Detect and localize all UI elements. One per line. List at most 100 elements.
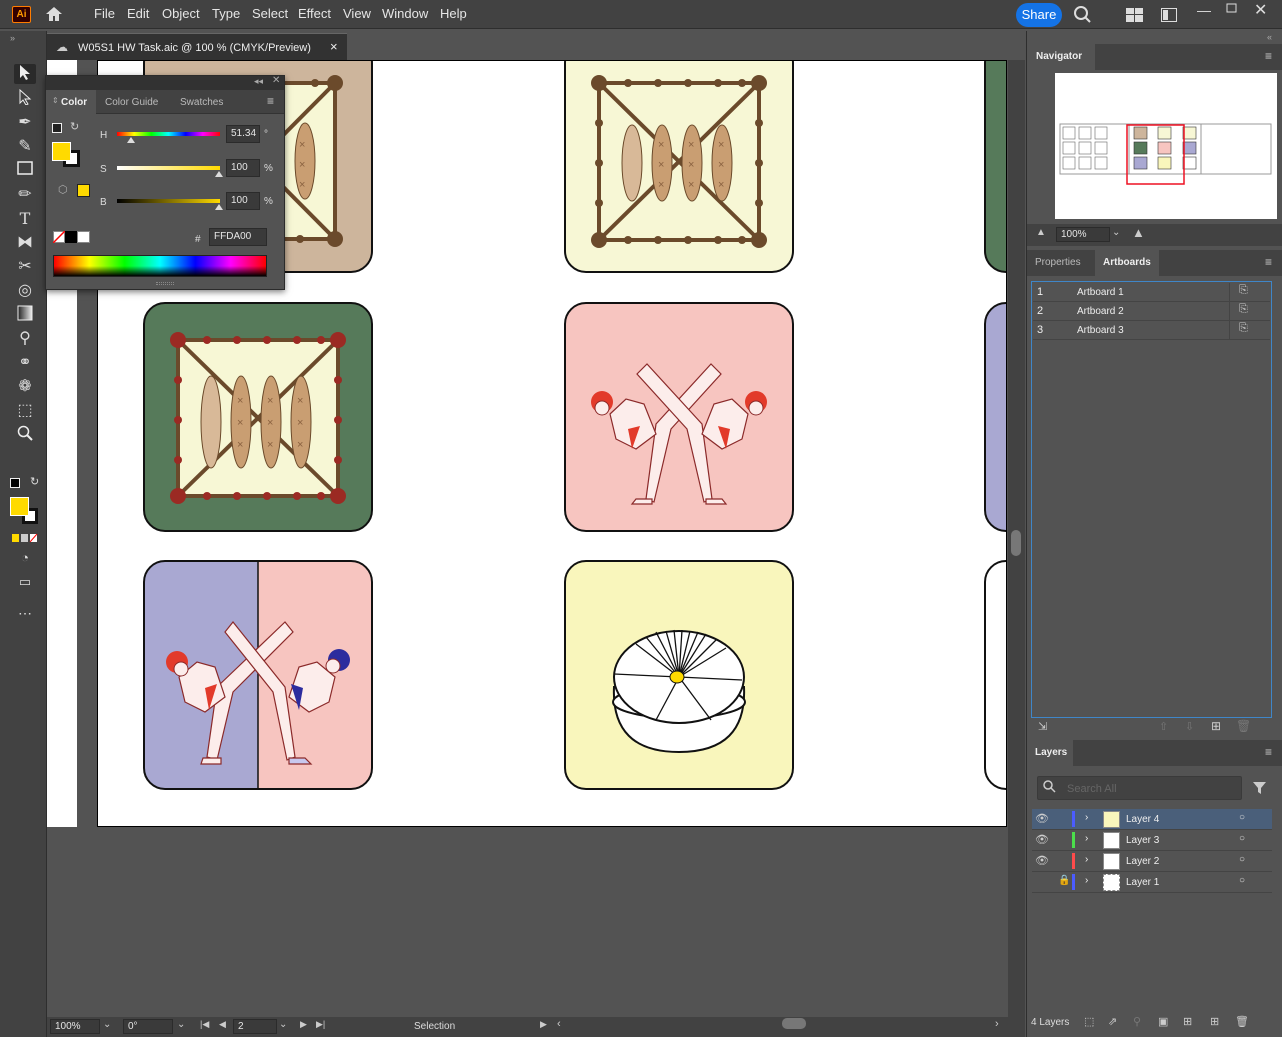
export-icon[interactable]: ⇗: [1108, 1015, 1117, 1028]
symbol-sprayer-tool-icon[interactable]: ❁: [14, 377, 36, 397]
artboard-tool-icon[interactable]: ⬚: [14, 401, 36, 421]
navigator-zoom-dropdown-icon[interactable]: ⌄: [1112, 227, 1120, 238]
direct-selection-tool-icon[interactable]: [14, 88, 36, 109]
layers-menu-icon[interactable]: ≡: [1265, 745, 1272, 759]
lock-icon[interactable]: 🔒: [1058, 875, 1070, 886]
artboard-options-icon[interactable]: ⎘: [1239, 303, 1248, 316]
target-circle-icon[interactable]: ○: [1239, 854, 1245, 865]
saturation-slider[interactable]: [117, 166, 220, 170]
horizontal-scroll-thumb[interactable]: [782, 1018, 806, 1029]
pen-tool-icon[interactable]: ✒: [14, 113, 36, 133]
home-icon[interactable]: [44, 5, 64, 23]
first-artboard-icon[interactable]: |◀: [200, 1019, 209, 1030]
target-circle-icon[interactable]: ○: [1239, 875, 1245, 886]
prev-artboard-icon[interactable]: ◀: [219, 1019, 226, 1030]
eyedropper-tool-icon[interactable]: ⚲: [14, 329, 36, 349]
menu-window[interactable]: Window: [382, 6, 428, 21]
expand-chevron-icon[interactable]: ›: [1085, 833, 1088, 844]
zoom-field[interactable]: 100%: [50, 1019, 100, 1034]
hex-value[interactable]: FFDA00: [209, 228, 267, 246]
collect-export-icon[interactable]: ⬚: [1084, 1015, 1094, 1028]
expand-chevron-icon[interactable]: ›: [1085, 812, 1088, 823]
menu-object[interactable]: Object: [162, 6, 200, 21]
menu-effect[interactable]: Effect: [298, 6, 331, 21]
panel-close-icon[interactable]: ✕: [272, 75, 280, 86]
brightness-slider[interactable]: [117, 199, 220, 203]
visibility-eye-icon[interactable]: 👁: [1035, 812, 1049, 825]
default-colors-icon[interactable]: [10, 478, 20, 488]
minimize-icon[interactable]: —: [1197, 2, 1211, 18]
layer-row[interactable]: 👁 › Layer 3 ○: [1032, 830, 1272, 851]
gamut-swatch[interactable]: [77, 184, 90, 197]
rearrange-icon[interactable]: ⇲: [1038, 720, 1047, 733]
zoom-out-icon[interactable]: ▲: [1036, 227, 1046, 238]
rectangle-tool-icon[interactable]: [14, 161, 36, 181]
fighters-card-split[interactable]: [143, 560, 373, 790]
gradient-tool-icon[interactable]: [14, 305, 36, 325]
hue-slider[interactable]: [117, 132, 220, 136]
navigator-tab[interactable]: Navigator: [1036, 51, 1082, 62]
card-green-edge[interactable]: [984, 61, 1006, 273]
fighters-card-pink[interactable]: [564, 302, 794, 532]
menu-help[interactable]: Help: [440, 6, 467, 21]
close-icon[interactable]: ✕: [1254, 0, 1267, 20]
board-game-card-green[interactable]: × × × × × × × × ×: [143, 302, 373, 532]
pencil-tool-icon[interactable]: ✏: [14, 185, 36, 205]
tab-swatches[interactable]: Swatches: [180, 97, 223, 108]
white-swatch[interactable]: [77, 231, 90, 243]
clipping-mask-icon[interactable]: ▣: [1158, 1015, 1168, 1028]
tab-properties[interactable]: Properties: [1035, 257, 1081, 268]
canvas-vertical-scrollbar[interactable]: [1008, 60, 1025, 1017]
scissors-tool-icon[interactable]: ✂: [14, 257, 36, 277]
card-white-edge[interactable]: [984, 560, 1006, 790]
fill-swatch[interactable]: [10, 497, 29, 516]
color-mode-icon[interactable]: [12, 533, 38, 543]
next-artboard-icon[interactable]: ▶: [300, 1019, 307, 1030]
menu-edit[interactable]: Edit: [127, 6, 149, 21]
tab-color-guide[interactable]: Color Guide: [105, 97, 158, 108]
panel-menu-icon[interactable]: ≡: [267, 94, 274, 108]
delete-artboard-icon[interactable]: 🗑: [1236, 719, 1251, 733]
workspace-icon[interactable]: [1126, 8, 1143, 25]
visibility-eye-icon[interactable]: 👁: [1035, 833, 1049, 846]
menu-select[interactable]: Select: [252, 6, 288, 21]
brightness-slider-thumb[interactable]: [215, 204, 223, 210]
more-tools-icon[interactable]: ⋯: [14, 603, 36, 623]
navigator-zoom-field[interactable]: 100%: [1056, 227, 1110, 242]
black-swatch[interactable]: [65, 231, 77, 243]
locate-object-icon[interactable]: ⚲: [1133, 1015, 1141, 1028]
hue-slider-thumb[interactable]: [127, 137, 135, 143]
zoom-in-icon[interactable]: ▲: [1132, 225, 1145, 240]
screen-mode-icon[interactable]: ▭: [14, 572, 36, 592]
swap-colors-icon[interactable]: ↻: [30, 475, 39, 488]
panel-fill-swatch[interactable]: [52, 142, 71, 161]
close-tab-icon[interactable]: ×: [330, 39, 338, 54]
reflect-tool-icon[interactable]: ⧓: [14, 233, 36, 253]
board-game-card-cream[interactable]: × × × × × × × × ×: [564, 61, 794, 273]
panel-resize-grip[interactable]: [156, 282, 174, 285]
navigator-preview[interactable]: [1055, 73, 1277, 219]
delete-layer-icon[interactable]: 🗑: [1235, 1015, 1249, 1028]
target-circle-icon[interactable]: ○: [1239, 812, 1245, 823]
arrange-icon[interactable]: [1161, 8, 1177, 25]
new-layer-icon[interactable]: ⊞: [1210, 1015, 1219, 1028]
navigator-menu-icon[interactable]: ≡: [1265, 49, 1272, 63]
search-icon[interactable]: [1073, 5, 1092, 27]
artboard-dropdown-icon[interactable]: ⌄: [279, 1019, 287, 1030]
saturation-slider-thumb[interactable]: [215, 171, 223, 177]
new-sublayer-icon[interactable]: ⊞: [1183, 1015, 1192, 1028]
new-artboard-icon[interactable]: ⊞: [1211, 719, 1221, 733]
basket-card-yellow[interactable]: [564, 560, 794, 790]
saturation-value[interactable]: 100: [226, 159, 260, 177]
color-spectrum[interactable]: [53, 255, 267, 277]
share-button[interactable]: Share: [1016, 3, 1062, 27]
artboard-options-icon[interactable]: ⎘: [1239, 284, 1248, 297]
collapse-icon[interactable]: »: [10, 33, 15, 43]
menu-type[interactable]: Type: [212, 6, 240, 21]
layer-row[interactable]: 👁 › Layer 2 ○: [1032, 851, 1272, 872]
zoom-dropdown-icon[interactable]: ⌄: [103, 1019, 111, 1030]
rotate-field[interactable]: 0°: [123, 1019, 173, 1034]
layer-row[interactable]: 🔒 › Layer 1 ○: [1032, 872, 1272, 893]
menu-file[interactable]: File: [94, 6, 115, 21]
mini-default-colors-icon[interactable]: [52, 123, 62, 133]
